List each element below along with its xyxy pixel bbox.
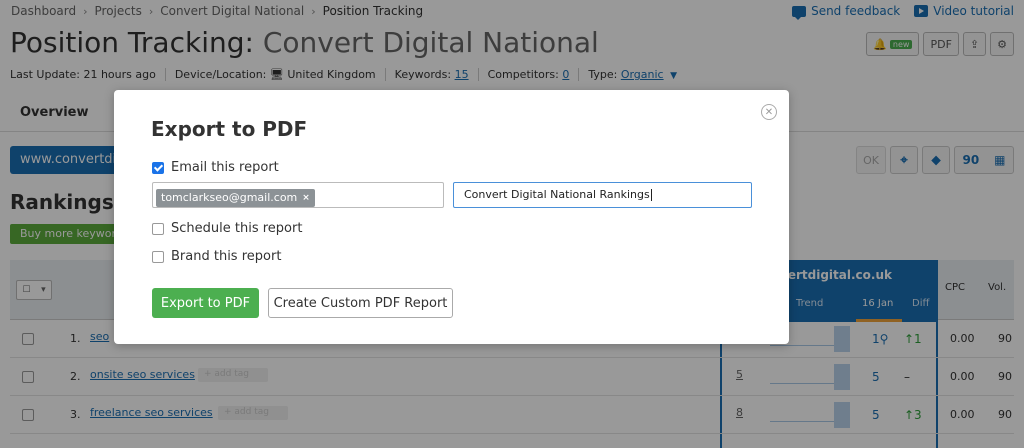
create-custom-pdf-button[interactable]: Create Custom PDF Report <box>268 288 453 318</box>
close-icon[interactable]: ✕ <box>761 104 777 120</box>
schedule-report-label: Schedule this report <box>171 221 303 236</box>
brand-report-checkbox[interactable] <box>152 250 164 263</box>
text-cursor <box>650 189 652 201</box>
email-report-option[interactable]: Email this report <box>152 160 279 175</box>
email-report-checkbox[interactable] <box>152 161 164 174</box>
email-chip-label: tomclarkseo@gmail.com <box>161 191 298 204</box>
report-name-input[interactable]: Convert Digital National Rankings <box>453 182 752 208</box>
email-recipients-field[interactable]: tomclarkseo@gmail.com × <box>152 182 444 208</box>
brand-report-option[interactable]: Brand this report <box>152 249 281 264</box>
brand-report-label: Brand this report <box>171 249 282 264</box>
report-name-value: Convert Digital National Rankings <box>464 188 650 201</box>
schedule-report-checkbox[interactable] <box>152 222 164 235</box>
email-report-label: Email this report <box>171 160 279 175</box>
remove-email-icon[interactable]: × <box>302 193 310 203</box>
export-to-pdf-button[interactable]: Export to PDF <box>152 288 259 318</box>
modal-title: Export to PDF <box>151 117 308 141</box>
schedule-report-option[interactable]: Schedule this report <box>152 221 302 236</box>
email-chip: tomclarkseo@gmail.com × <box>156 188 315 207</box>
export-pdf-modal: ✕ Export to PDF Email this report tomcla… <box>114 90 789 344</box>
